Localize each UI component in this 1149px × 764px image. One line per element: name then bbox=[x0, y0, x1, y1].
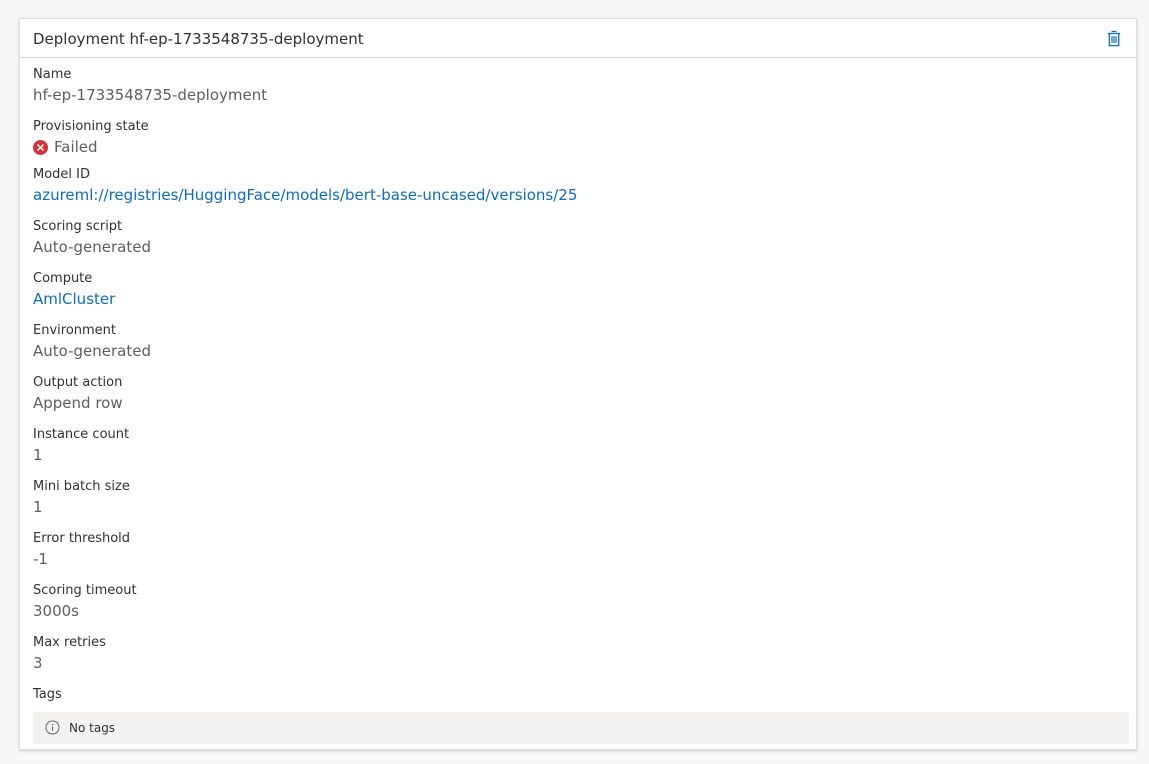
field-name: Name hf-ep-1733548735-deployment bbox=[33, 67, 267, 105]
field-value: 3 bbox=[33, 654, 43, 672]
no-tags-text: No tags bbox=[69, 721, 116, 735]
field-provisioning-state: Provisioning state Failed bbox=[33, 119, 149, 157]
field-label: Mini batch size bbox=[33, 479, 130, 494]
field-label: Error threshold bbox=[33, 531, 131, 546]
field-output-action: Output action Append row bbox=[33, 375, 123, 413]
deployment-details-card: Deployment hf-ep-1733548735-deployment N… bbox=[19, 18, 1137, 750]
info-icon bbox=[45, 720, 60, 735]
field-label: Instance count bbox=[33, 427, 130, 442]
field-instance-count: Instance count 1 bbox=[33, 427, 129, 465]
field-value: 3000s bbox=[33, 602, 79, 620]
status-badge: Failed bbox=[33, 137, 149, 157]
field-label: Scoring timeout bbox=[33, 583, 137, 598]
error-icon bbox=[33, 139, 48, 155]
field-scoring-script: Scoring script Auto-generated bbox=[33, 219, 151, 257]
compute-link[interactable]: AmlCluster bbox=[33, 289, 115, 309]
deployment-title: Deployment hf-ep-1733548735-deployment bbox=[33, 30, 364, 48]
field-mini-batch-size: Mini batch size 1 bbox=[33, 479, 130, 517]
field-max-retries: Max retries 3 bbox=[33, 635, 106, 673]
field-model-id: Model ID azureml://registries/HuggingFac… bbox=[33, 167, 577, 205]
field-value: 1 bbox=[33, 446, 43, 464]
field-label: Tags bbox=[33, 687, 62, 702]
field-value: -1 bbox=[33, 550, 48, 568]
field-value: Auto-generated bbox=[33, 342, 151, 360]
field-value: hf-ep-1733548735-deployment bbox=[33, 86, 268, 104]
field-tags: Tags bbox=[33, 687, 62, 703]
field-label: Scoring script bbox=[33, 219, 123, 234]
status-text: Failed bbox=[54, 138, 98, 156]
tags-empty-message: No tags bbox=[33, 712, 1129, 744]
delete-button[interactable] bbox=[1104, 28, 1124, 48]
field-label: Max retries bbox=[33, 635, 106, 650]
field-environment: Environment Auto-generated bbox=[33, 323, 151, 361]
model-id-link[interactable]: azureml://registries/HuggingFace/models/… bbox=[33, 185, 577, 205]
card-header: Deployment hf-ep-1733548735-deployment bbox=[20, 19, 1136, 58]
field-label: Output action bbox=[33, 375, 123, 390]
field-label: Name bbox=[33, 67, 72, 82]
field-error-threshold: Error threshold -1 bbox=[33, 531, 130, 569]
field-value: Append row bbox=[33, 394, 123, 412]
field-scoring-timeout: Scoring timeout 3000s bbox=[33, 583, 137, 621]
field-label: Compute bbox=[33, 271, 93, 286]
field-label: Model ID bbox=[33, 167, 91, 182]
trash-icon bbox=[1107, 30, 1121, 46]
field-value: Auto-generated bbox=[33, 238, 151, 256]
field-compute: Compute AmlCluster bbox=[33, 271, 115, 309]
field-label: Provisioning state bbox=[33, 119, 149, 134]
field-value: 1 bbox=[33, 498, 43, 516]
field-label: Environment bbox=[33, 323, 117, 338]
